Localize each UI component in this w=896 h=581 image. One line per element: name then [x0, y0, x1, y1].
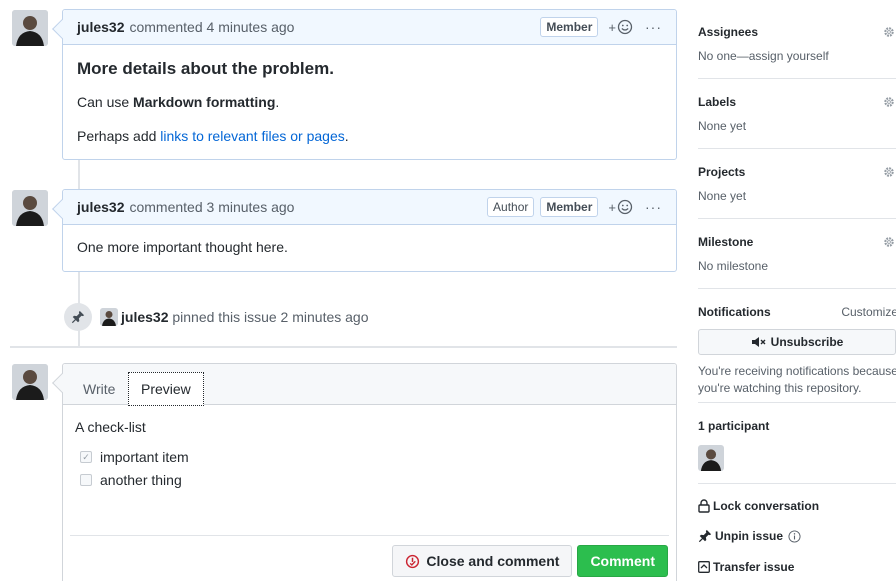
comment-button[interactable]: Comment	[577, 545, 668, 577]
checklist-label: important item	[100, 449, 189, 465]
lock-conversation-link[interactable]: Lock conversation	[698, 499, 819, 513]
participants-section: 1 participant	[698, 419, 896, 471]
checklist-item: another thing	[75, 472, 664, 488]
member-badge: Member	[540, 197, 599, 217]
gear-icon	[884, 27, 894, 37]
plus-label: +	[608, 199, 616, 215]
transfer-icon	[698, 561, 710, 573]
timeline-divider	[10, 346, 677, 348]
milestone-title[interactable]: Milestone	[698, 235, 896, 249]
smiley-icon	[617, 199, 633, 215]
comment-paragraph: One more important thought here.	[77, 239, 288, 255]
gear-icon	[884, 237, 894, 247]
transfer-issue-link[interactable]: Transfer issue	[698, 560, 794, 574]
editor-separator	[70, 535, 669, 536]
preview-body: A check-list ✓ important item another th…	[63, 405, 676, 509]
preview-intro: A check-list	[75, 419, 146, 435]
tab-write[interactable]: Write	[71, 372, 127, 406]
comment: jules32 commented 4 minutes ago Member +…	[52, 9, 677, 160]
assignees-title[interactable]: Assignees	[698, 25, 896, 39]
comment-paragraph: Can use Markdown formatting.	[77, 94, 280, 110]
task-checkbox[interactable]: ✓	[80, 451, 92, 463]
avatar[interactable]	[12, 10, 48, 46]
member-badge: Member	[540, 17, 599, 37]
info-icon	[788, 529, 801, 543]
labels-section: Labels None yet	[698, 95, 896, 133]
comment-editor: Write Preview A check-list ✓ important i…	[52, 363, 677, 581]
projects-section: Projects None yet	[698, 165, 896, 203]
assignees-value[interactable]: No one—assign yourself	[698, 49, 896, 63]
comment-timestamp[interactable]: commented 4 minutes ago	[129, 19, 294, 35]
pin-icon	[698, 529, 712, 543]
gear-icon	[884, 167, 894, 177]
avatar[interactable]	[12, 190, 48, 226]
pin-icon	[71, 310, 85, 324]
comment-paragraph: Perhaps add links to relevant files or p…	[77, 127, 349, 144]
milestone-section: Milestone No milestone	[698, 235, 896, 273]
comment-timestamp[interactable]: commented 3 minutes ago	[129, 199, 294, 215]
add-reaction-button[interactable]: +	[608, 19, 633, 35]
comment: jules32 commented 3 minutes ago Author M…	[52, 189, 677, 272]
more-options-button[interactable]: ···	[645, 199, 662, 215]
assignees-section: Assignees No one—assign yourself	[698, 25, 896, 63]
customize-link[interactable]: Customize	[841, 305, 896, 319]
comment-heading: More details about the problem.	[77, 59, 334, 78]
unsubscribe-button[interactable]: Unsubscribe	[698, 329, 896, 355]
issue-closed-icon	[406, 554, 420, 568]
add-reaction-button[interactable]: +	[608, 199, 633, 215]
author-badge: Author	[487, 197, 535, 217]
pin-event-text: jules32 pinned this issue 2 minutes ago	[121, 309, 369, 325]
unpin-issue-link[interactable]: Unpin issue	[698, 529, 801, 543]
pin-badge	[64, 303, 92, 331]
notifications-section: Notifications Customize Unsubscribe You'…	[698, 305, 896, 397]
comment-header: jules32 commented 4 minutes ago Member +…	[63, 10, 676, 45]
participants-title: 1 participant	[698, 419, 770, 433]
avatar[interactable]	[12, 364, 48, 400]
notifications-note: You're receiving notifications because y…	[698, 364, 896, 395]
comment-body: More details about the problem. Can use …	[63, 45, 676, 160]
tab-preview[interactable]: Preview	[128, 372, 204, 406]
mute-icon	[751, 337, 766, 347]
more-options-button[interactable]: ···	[645, 19, 662, 35]
comment-header: jules32 commented 3 minutes ago Author M…	[63, 190, 676, 225]
pin-author[interactable]: jules32	[121, 309, 168, 325]
projects-title[interactable]: Projects	[698, 165, 896, 179]
comment-author[interactable]: jules32	[77, 19, 124, 35]
checklist-item: ✓ important item	[75, 449, 664, 465]
smiley-icon	[617, 19, 633, 35]
avatar[interactable]	[100, 308, 118, 326]
gear-icon	[884, 97, 894, 107]
lock-icon	[698, 499, 710, 513]
pin-event: jules32 pinned this issue 2 minutes ago	[64, 303, 369, 331]
labels-title[interactable]: Labels	[698, 95, 896, 109]
close-and-comment-button[interactable]: Close and comment	[392, 545, 573, 577]
timeline-connector	[78, 160, 80, 190]
projects-value: None yet	[698, 189, 747, 203]
editor-tabs: Write Preview	[63, 364, 676, 406]
task-checkbox[interactable]	[80, 474, 92, 486]
labels-value: None yet	[698, 119, 747, 133]
checklist-label: another thing	[100, 472, 182, 488]
participant-avatar[interactable]	[698, 445, 724, 471]
comment-body: One more important thought here.	[63, 225, 676, 272]
comment-author[interactable]: jules32	[77, 199, 124, 215]
relevant-files-link[interactable]: links to relevant files or pages	[160, 128, 344, 144]
milestone-value: No milestone	[698, 259, 769, 273]
plus-label: +	[608, 19, 616, 35]
